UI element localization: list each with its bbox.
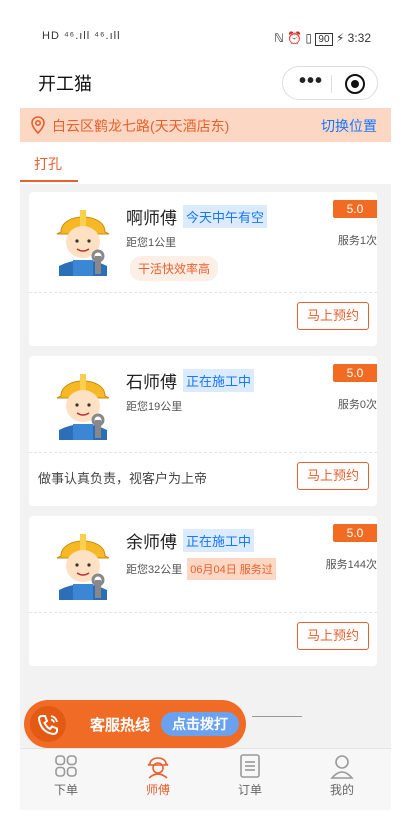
bottom-nav: 下单 师傅 订单 我的 [20,748,391,810]
vibrate-icon: ▯ [305,31,313,45]
status-right: ℕ ⏰ ▯ 90 ⚡ 3:32 [274,31,371,46]
customer-hotline-bar[interactable]: 客服热线 点击拨打 [24,700,246,748]
close-target-icon[interactable] [345,74,365,94]
nav-item-orders[interactable]: 订单 [220,753,280,798]
worker-avatar-icon [56,374,110,440]
nav-label: 我的 [329,783,354,797]
nav-item-profile[interactable]: 我的 [312,753,372,798]
worker-name: 石师傅 [126,373,177,392]
category-tabs: 打孔 [20,142,391,184]
worker-distance: 距您19公里 [126,401,183,413]
availability-badge: 正在施工中 [183,369,255,392]
charging-icon: ⚡ [335,31,345,45]
rating-badge: 5.0 [333,364,377,382]
hotline-label: 客服热线 [90,717,151,734]
nav-label: 师傅 [145,783,170,797]
hotline-divider-line [252,716,302,717]
worker-avatar-icon [56,534,110,600]
service-count: 服务144次 [325,559,377,571]
grid-icon [55,755,77,777]
availability-badge: 正在施工中 [183,529,255,552]
title-bar: 开工猫 ••• [20,58,391,108]
worker-distance: 距您1公里 [126,237,177,249]
worker-avatar-icon [56,210,110,276]
card-divider [29,452,377,453]
tab-drilling[interactable]: 打孔 [34,154,62,174]
alarm-icon: ⏰ [287,31,303,45]
worker-card: 余师傅 正在施工中 距您32公里 06月04日 服务过 5.0 服务144次 马… [29,516,377,666]
worker-name: 余师傅 [126,533,177,552]
switch-location-link[interactable]: 切换位置 [321,116,377,136]
nav-item-workers[interactable]: 师傅 [128,753,188,798]
book-now-button[interactable]: 马上预约 [297,462,369,490]
miniprogram-capsule: ••• [282,66,378,100]
tab-underline [20,180,78,182]
service-count: 服务1次 [337,235,377,247]
phone-icon [37,715,58,736]
more-icon[interactable]: ••• [293,71,329,91]
rating-badge: 5.0 [333,200,377,218]
worker-icon [147,757,169,779]
service-count: 服务0次 [337,399,377,411]
worker-distance: 距您32公里 [126,564,183,576]
worker-name: 啊师傅 [126,209,177,228]
worker-slogan: 做事认真负责，视客户为上帝 [38,471,208,486]
capsule-divider [331,75,332,93]
availability-badge: 今天中午有空 [183,205,268,228]
nav-label: 订单 [237,783,262,797]
nav-item-order[interactable]: 下单 [36,753,96,798]
profile-icon [330,755,354,779]
worker-tag: 干活快效率高 [130,256,219,281]
signal-indicators: HD ⁴⁶.ıll ⁴⁶.ıll [42,30,121,42]
call-now-button[interactable]: 点击拨打 [161,712,239,736]
app-title: 开工猫 [38,74,92,94]
worker-card: 石师傅 正在施工中 距您19公里 5.0 服务0次 做事认真负责，视客户为上帝 … [29,356,377,506]
card-divider [29,612,377,613]
battery-icon: 90 [315,33,333,46]
clock: 3:32 [347,31,371,45]
card-divider [29,292,377,293]
nfc-icon: ℕ [274,31,284,45]
worker-card: 啊师傅 今天中午有空 距您1公里 干活快效率高 5.0 服务1次 马上预约 [29,192,377,346]
current-address: 白云区鹤龙七路(天天酒店东) [52,118,230,134]
nav-label: 下单 [53,783,78,797]
status-bar: HD ⁴⁶.ıll ⁴⁶.ıll ℕ ⏰ ▯ 90 ⚡ 3:32 [20,22,391,58]
order-list-icon [240,754,260,778]
rating-badge: 5.0 [333,524,377,542]
book-now-button[interactable]: 马上预约 [297,622,369,650]
service-history-badge: 06月04日 服务过 [187,558,276,580]
location-pin-icon [31,116,45,134]
phone-screen: HD ⁴⁶.ıll ⁴⁶.ıll ℕ ⏰ ▯ 90 ⚡ 3:32 开工猫 •••… [20,22,391,810]
book-now-button[interactable]: 马上预约 [297,302,369,330]
location-bar: 白云区鹤龙七路(天天酒店东) 切换位置 [20,108,391,142]
